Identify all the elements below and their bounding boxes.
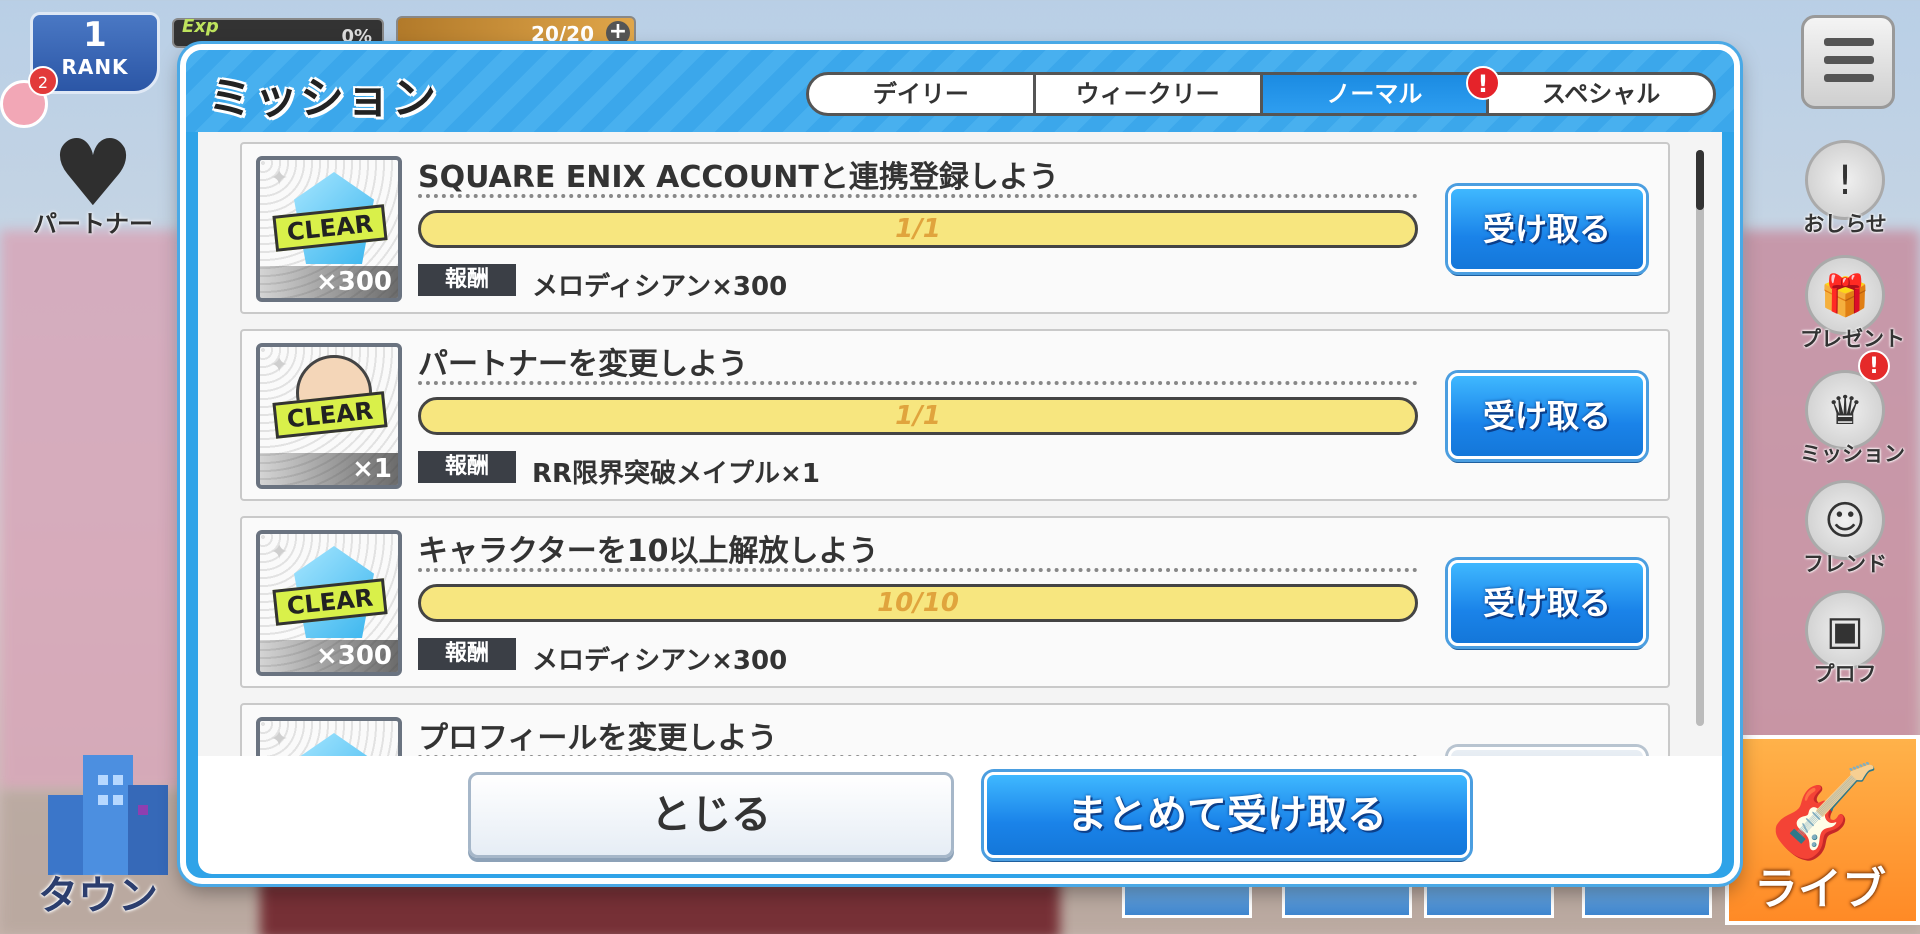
- side-item-mission-label: ミッション: [1800, 442, 1905, 466]
- rank-value: 1: [83, 15, 107, 55]
- tab-weekly[interactable]: ウィークリー: [1036, 75, 1263, 113]
- progress-bar: 10/10: [418, 584, 1418, 622]
- mission-alert-badge: !: [1858, 350, 1890, 382]
- scrollbar-thumb[interactable]: [1696, 150, 1704, 210]
- progress-bar: 1/1: [418, 210, 1418, 248]
- guitar-icon: 🎸: [1769, 759, 1882, 864]
- partner-label: パートナー: [33, 210, 153, 238]
- divider: [418, 568, 1418, 572]
- dialog-title: ミッション: [208, 73, 438, 124]
- exp-label: Exp: [182, 16, 219, 37]
- notification-count-badge: 2: [28, 66, 58, 96]
- mission-tabs: デイリー ウィークリー ノーマル スペシャル: [806, 72, 1716, 116]
- divider: [418, 381, 1418, 385]
- reward-tag: 報酬: [418, 264, 516, 296]
- divider: [418, 194, 1418, 198]
- mission-title: キャラクターを10以上解放しよう: [418, 534, 879, 569]
- mission-list[interactable]: ✦ CLEAR ×300 SQUARE ENIX ACCOUNTと連携登録しよう…: [198, 132, 1722, 756]
- tab-alert-badge: !: [1466, 66, 1500, 100]
- reward-text: メロディシアン×300: [532, 272, 788, 302]
- menu-hamburger-button[interactable]: [1801, 15, 1895, 109]
- claim-button[interactable]: 受け取る: [1448, 373, 1646, 459]
- reward-thumbnail: ✦ CLEAR ×300: [256, 156, 402, 302]
- dialog-footer: とじる まとめて受け取る: [198, 756, 1722, 874]
- side-item-friend-label: フレンド: [1803, 552, 1887, 576]
- mission-title: プロフィールを変更しよう: [418, 721, 778, 756]
- side-item-mission[interactable]: ♛ ミッション: [1800, 370, 1905, 468]
- side-item-friend[interactable]: ☺ フレンド: [1800, 480, 1890, 578]
- scrollbar[interactable]: [1696, 150, 1704, 726]
- reward-thumbnail: ✦ CLEAR ×300: [256, 530, 402, 676]
- reward-text: メロディシアン×300: [532, 646, 788, 676]
- sparkle-icon: ✦: [270, 727, 289, 752]
- crystal-icon: [294, 733, 374, 756]
- partner-button[interactable]: ♥ パートナー: [28, 128, 158, 248]
- sparkle-icon: ✦: [270, 353, 289, 378]
- reward-text: RR限界突破メイプル×1: [532, 459, 820, 489]
- tab-daily[interactable]: デイリー: [809, 75, 1036, 113]
- live-label: ライブ: [1754, 864, 1886, 915]
- reward-tag: 報酬: [418, 638, 516, 670]
- live-button[interactable]: 🎸 ライブ: [1725, 735, 1920, 925]
- side-item-present-label: プレゼント: [1800, 327, 1905, 351]
- clear-badge: CLEAR: [272, 204, 388, 252]
- claim-button[interactable]: 受け取る: [1448, 186, 1646, 272]
- mission-title: パートナーを変更しよう: [418, 347, 748, 382]
- background-building-left: [0, 230, 180, 790]
- reward-thumbnail: ✦ CLEAR ×1: [256, 343, 402, 489]
- tab-normal[interactable]: ノーマル: [1262, 75, 1490, 113]
- clear-badge: CLEAR: [272, 578, 388, 626]
- mission-item: ✦ CLEAR ×300 SQUARE ENIX ACCOUNTと連携登録しよう…: [240, 142, 1670, 314]
- sparkle-icon: ✦: [270, 540, 289, 565]
- reward-quantity: ×300: [260, 640, 398, 672]
- claim-button[interactable]: 受け取る: [1448, 560, 1646, 646]
- reward-quantity: ×1: [260, 453, 398, 485]
- sparkle-icon: ✦: [270, 166, 289, 191]
- town-label: タウン: [38, 873, 158, 919]
- side-item-notice-label: おしらせ: [1803, 212, 1887, 236]
- side-item-notice[interactable]: ! おしらせ: [1800, 140, 1890, 238]
- reward-tag: 報酬: [418, 451, 516, 483]
- claim-button[interactable]: [1448, 747, 1646, 756]
- mission-title: SQUARE ENIX ACCOUNTと連携登録しよう: [418, 160, 1059, 195]
- mission-dialog: ミッション デイリー ウィークリー ノーマル スペシャル ! ✦ CLEAR ×…: [180, 44, 1740, 884]
- close-button[interactable]: とじる: [468, 772, 954, 858]
- background-character-shadow: [260, 880, 1060, 934]
- town-button[interactable]: タウン: [28, 735, 178, 925]
- mission-item: ✦ CLEAR ×300 キャラクターを10以上解放しよう 10/10 報酬 メ…: [240, 516, 1670, 688]
- dialog-header: ミッション デイリー ウィークリー ノーマル スペシャル !: [186, 50, 1734, 132]
- stamina-value: 20/20: [531, 22, 594, 46]
- mission-item: ✦ CLEAR ×1 パートナーを変更しよう 1/1 報酬 RR限界突破メイプル…: [240, 329, 1670, 501]
- claim-all-button[interactable]: まとめて受け取る: [984, 772, 1470, 858]
- side-item-profile-label: プロフ: [1813, 662, 1877, 686]
- side-item-present[interactable]: 🎁 プレゼント: [1800, 255, 1905, 353]
- tab-special[interactable]: スペシャル: [1489, 75, 1713, 113]
- mission-item: ✦ プロフィールを変更しよう: [240, 703, 1670, 756]
- stamina-plus-button[interactable]: +: [606, 21, 630, 45]
- reward-quantity: ×300: [260, 266, 398, 298]
- reward-thumbnail: ✦: [256, 717, 402, 756]
- clear-badge: CLEAR: [272, 391, 388, 439]
- progress-bar: 1/1: [418, 397, 1418, 435]
- side-item-profile[interactable]: ▣ プロフ: [1800, 590, 1890, 688]
